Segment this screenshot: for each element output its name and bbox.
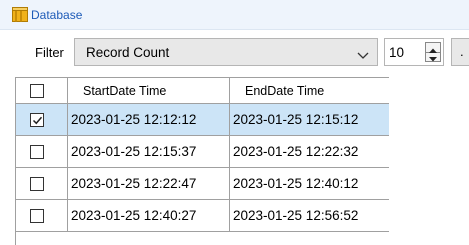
row-checkbox[interactable] — [30, 209, 44, 223]
column-header-end[interactable]: EndDate Time — [230, 78, 389, 104]
filter-dropdown-value: Record Count — [86, 45, 170, 60]
start-cell[interactable]: 2023-01-25 12:40:27 — [68, 200, 230, 232]
records-grid[interactable]: StartDate Time EndDate Time 2023-01-25 1… — [15, 77, 389, 245]
row-checkbox[interactable] — [30, 145, 44, 159]
grid-header: StartDate Time EndDate Time — [16, 78, 389, 104]
row-checkbox[interactable] — [30, 177, 44, 191]
end-cell[interactable]: 2023-01-25 12:56:52 — [230, 200, 389, 232]
row-checkbox-cell[interactable] — [16, 104, 68, 136]
more-button-label: . — [460, 44, 464, 59]
start-cell[interactable]: 2023-01-25 12:12:12 — [68, 104, 230, 136]
table-row[interactable]: 2023-01-25 12:12:12 2023-01-25 12:15:12 — [16, 104, 389, 136]
end-cell[interactable]: 2023-01-25 12:40:12 — [230, 168, 389, 200]
filter-dropdown[interactable]: Record Count — [74, 38, 378, 66]
table-row[interactable]: 2023-01-25 12:22:47 2023-01-25 12:40:12 — [16, 168, 389, 200]
stepper-buttons — [425, 42, 441, 62]
count-stepper-value[interactable]: 10 — [389, 45, 404, 60]
row-checkbox-cell[interactable] — [16, 168, 68, 200]
row-checkbox[interactable] — [30, 113, 44, 127]
end-cell[interactable]: 2023-01-25 12:22:32 — [230, 136, 389, 168]
table-row[interactable]: 2023-01-25 12:15:37 2023-01-25 12:22:32 — [16, 136, 389, 168]
stepper-down-icon[interactable] — [426, 52, 440, 62]
column-header-start[interactable]: StartDate Time — [68, 78, 230, 104]
select-all-checkbox[interactable] — [30, 84, 44, 98]
filter-label: Filter — [35, 45, 64, 60]
window-title: Database — [31, 8, 83, 22]
start-cell[interactable]: 2023-01-25 12:22:47 — [68, 168, 230, 200]
header-select-all-cell[interactable] — [16, 78, 68, 104]
database-icon — [12, 7, 28, 22]
row-checkbox-cell[interactable] — [16, 136, 68, 168]
count-stepper[interactable]: 10 — [384, 38, 444, 66]
row-checkbox-cell[interactable] — [16, 200, 68, 232]
title-bar: Database — [0, 0, 469, 30]
more-button[interactable]: . — [451, 38, 469, 66]
end-cell[interactable]: 2023-01-25 12:15:12 — [230, 104, 389, 136]
table-row[interactable]: 2023-01-25 12:40:27 2023-01-25 12:56:52 — [16, 200, 389, 232]
start-cell[interactable]: 2023-01-25 12:15:37 — [68, 136, 230, 168]
chevron-down-icon — [357, 48, 369, 59]
checkmark-icon — [32, 116, 43, 125]
